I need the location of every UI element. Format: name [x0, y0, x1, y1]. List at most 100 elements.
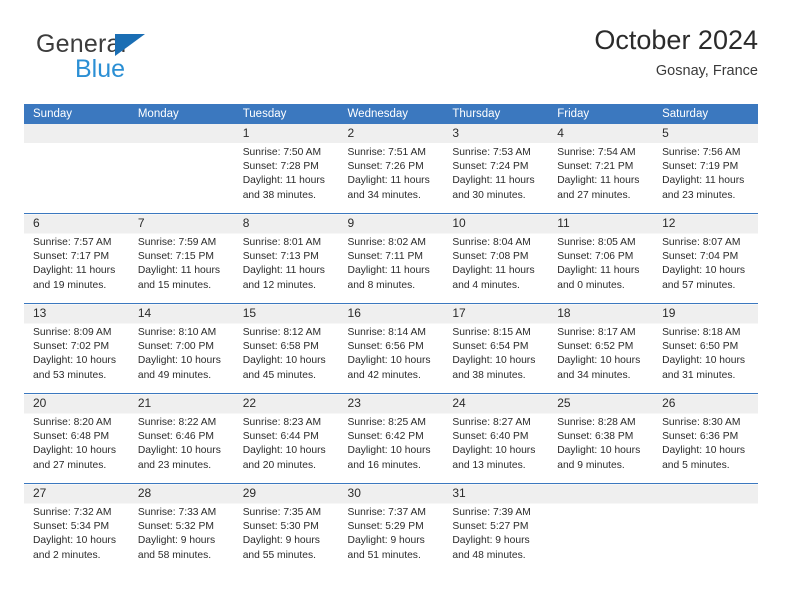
calendar-day-cell[interactable]: 15 Sunrise: 8:12 AM Sunset: 6:58 PM Dayligh… [233, 303, 339, 394]
calendar-day-cell[interactable]: 7 Sunrise: 7:59 AM Sunset: 7:15 PM Daylight… [128, 213, 234, 304]
calendar-day-cell[interactable]: 25 Sunrise: 8:28 AM Sunset: 6:38 PM Dayligh… [548, 393, 654, 484]
day-cell-content: 27 Sunrise: 7:32 AM Sunset: 5:34 PM Dayligh… [24, 484, 129, 573]
calendar-day-cell[interactable]: 18 Sunrise: 8:17 AM Sunset: 6:52 PM Dayligh… [548, 303, 654, 394]
calendar-day-cell[interactable]: 26 Sunrise: 8:30 AM Sunset: 6:36 PM Dayligh… [653, 393, 758, 484]
calendar-day-cell[interactable]: 9 Sunrise: 8:02 AM Sunset: 7:11 PM Daylight… [338, 213, 444, 304]
calendar-day-cell[interactable]: 13 Sunrise: 8:09 AM Sunset: 7:02 PM Dayligh… [24, 303, 129, 394]
day-cell-content: 11 Sunrise: 8:05 AM Sunset: 7:06 PM Dayligh… [548, 214, 653, 303]
daylight-duration: Daylight: 11 hours and 12 minutes. [242, 265, 325, 291]
calendar-day-cell[interactable]: 3 Sunrise: 7:53 AM Sunset: 7:24 PM Daylight… [443, 124, 549, 214]
day-number: 4 [557, 126, 564, 140]
day-cell-content: 31 Sunrise: 7:39 AM Sunset: 5:27 PM Dayligh… [443, 484, 548, 573]
day-number: 27 [33, 486, 47, 500]
sunrise-time: Sunrise: 7:54 AM [557, 147, 636, 158]
calendar-day-cell[interactable]: 22 Sunrise: 8:23 AM Sunset: 6:44 PM Dayligh… [233, 393, 339, 484]
calendar-day-cell[interactable]: 28 Sunrise: 7:33 AM Sunset: 5:32 PM Dayligh… [128, 483, 234, 573]
calendar-day-cell[interactable]: 1 Sunrise: 7:50 AM Sunset: 7:28 PM Daylight… [233, 124, 339, 214]
day-details: Sunrise: 7:51 AM Sunset: 7:26 PM Daylight:… [339, 143, 444, 203]
calendar-day-cell[interactable]: 31 Sunrise: 7:39 AM Sunset: 5:27 PM Dayligh… [443, 483, 549, 573]
sunrise-time: Sunrise: 8:23 AM [242, 417, 322, 428]
calendar-day-cell[interactable]: 10 Sunrise: 8:04 AM Sunset: 7:08 PM Dayligh… [443, 213, 549, 304]
day-details: Sunrise: 8:20 AM Sunset: 6:48 PM Daylight:… [24, 413, 129, 473]
day-number: 30 [347, 486, 361, 500]
calendar-day-cell[interactable]: 21 Sunrise: 8:22 AM Sunset: 6:46 PM Dayligh… [128, 393, 234, 484]
calendar-header-row: Sunday Monday Tuesday Wednesday Thursday… [24, 104, 758, 124]
sunset-time: Sunset: 6:56 PM [347, 341, 424, 353]
day-details: Sunrise: 8:30 AM Sunset: 6:36 PM Daylight:… [653, 413, 758, 473]
sunrise-time: Sunrise: 7:53 AM [452, 147, 531, 158]
location-subtitle: Gosnay, France [655, 62, 758, 79]
day-number: 12 [662, 216, 676, 230]
daylight-duration: Daylight: 10 hours and 2 minutes. [33, 535, 116, 561]
sunset-time: Sunset: 6:36 PM [662, 431, 739, 443]
day-number: 15 [242, 306, 257, 320]
brand-name-general: General [36, 30, 127, 58]
sunrise-time: Sunrise: 8:14 AM [347, 327, 426, 338]
calendar-day-cell[interactable]: 16 Sunrise: 8:14 AM Sunset: 6:56 PM Dayligh… [338, 303, 444, 394]
calendar-day-cell[interactable]: 4 Sunrise: 7:54 AM Sunset: 7:21 PM Daylight… [548, 124, 654, 214]
day-details: Sunrise: 7:50 AM Sunset: 7:28 PM Daylight:… [234, 143, 339, 203]
sunrise-time: Sunrise: 7:35 AM [242, 507, 322, 518]
day-number: 6 [33, 216, 40, 230]
day-cell-content: 24 Sunrise: 8:27 AM Sunset: 6:40 PM Dayligh… [443, 394, 548, 483]
calendar-day-cell[interactable]: 6 Sunrise: 7:57 AM Sunset: 7:17 PM Daylight… [24, 213, 129, 304]
brand-logo[interactable]: General Blue [36, 32, 256, 90]
day-number: 11 [557, 216, 570, 230]
calendar-week-row: 20 Sunrise: 8:20 AM Sunset: 6:48 PM Dayligh… [24, 393, 758, 484]
day-details: Sunrise: 7:39 AM Sunset: 5:27 PM Daylight:… [443, 503, 548, 563]
calendar-day-cell[interactable]: 23 Sunrise: 8:25 AM Sunset: 6:42 PM Dayligh… [338, 393, 444, 484]
sunrise-time: Sunrise: 7:59 AM [137, 237, 217, 248]
calendar-day-cell[interactable]: 14 Sunrise: 8:10 AM Sunset: 7:00 PM Dayligh… [128, 303, 234, 394]
weekday-header-saturday: Saturday [653, 104, 758, 124]
calendar-day-cell[interactable]: 17 Sunrise: 8:15 AM Sunset: 6:54 PM Dayligh… [443, 303, 549, 394]
day-details: Sunrise: 8:02 AM Sunset: 7:11 PM Daylight:… [339, 233, 444, 293]
sunset-time: Sunset: 7:15 PM [137, 251, 214, 263]
calendar-day-cell[interactable]: 20 Sunrise: 8:20 AM Sunset: 6:48 PM Dayligh… [24, 393, 129, 484]
day-details: Sunrise: 8:27 AM Sunset: 6:40 PM Daylight:… [443, 413, 548, 473]
day-number: 13 [33, 306, 47, 320]
calendar-day-cell[interactable]: 2 Sunrise: 7:51 AM Sunset: 7:26 PM Daylight… [338, 124, 444, 214]
day-details: Sunrise: 7:53 AM Sunset: 7:24 PM Daylight:… [443, 143, 548, 203]
calendar-day-cell[interactable]: 30 Sunrise: 7:37 AM Sunset: 5:29 PM Dayligh… [338, 483, 444, 573]
sunrise-time: Sunrise: 8:18 AM [662, 327, 741, 338]
day-details: Sunrise: 8:12 AM Sunset: 6:58 PM Daylight:… [234, 323, 339, 383]
calendar-day-cell[interactable]: 8 Sunrise: 8:01 AM Sunset: 7:13 PM Daylight… [233, 213, 339, 304]
calendar-day-cell[interactable]: 27 Sunrise: 7:32 AM Sunset: 5:34 PM Dayligh… [24, 483, 129, 573]
day-cell-content: 4 Sunrise: 7:54 AM Sunset: 7:21 PM Daylight… [548, 124, 653, 213]
daylight-duration: Daylight: 11 hours and 0 minutes. [557, 265, 640, 291]
day-number: 19 [662, 306, 676, 320]
calendar-day-cell[interactable]: 5 Sunrise: 7:56 AM Sunset: 7:19 PM Daylight… [653, 124, 758, 214]
sunset-time: Sunset: 6:48 PM [33, 431, 110, 443]
calendar-day-cell[interactable]: 12 Sunrise: 8:07 AM Sunset: 7:04 PM Dayligh… [653, 213, 758, 304]
day-cell-content: 15 Sunrise: 8:12 AM Sunset: 6:58 PM Dayligh… [234, 304, 339, 393]
day-details: Sunrise: 8:18 AM Sunset: 6:50 PM Daylight:… [653, 323, 758, 383]
sunrise-time: Sunrise: 7:56 AM [662, 147, 741, 158]
sunrise-time: Sunrise: 7:33 AM [137, 507, 217, 518]
day-number: 14 [137, 306, 152, 320]
calendar-day-cell[interactable]: 24 Sunrise: 8:27 AM Sunset: 6:40 PM Dayligh… [443, 393, 549, 484]
day-details: Sunrise: 8:14 AM Sunset: 6:56 PM Daylight:… [339, 323, 444, 383]
day-cell-content: 30 Sunrise: 7:37 AM Sunset: 5:29 PM Dayligh… [339, 484, 444, 573]
sunrise-time: Sunrise: 8:10 AM [137, 327, 217, 338]
calendar-week-row: 27 Sunrise: 7:32 AM Sunset: 5:34 PM Dayligh… [24, 483, 758, 573]
day-number: 5 [662, 126, 669, 140]
sunrise-time: Sunrise: 8:28 AM [557, 417, 636, 428]
calendar-day-cell[interactable]: 19 Sunrise: 8:18 AM Sunset: 6:50 PM Dayligh… [653, 303, 758, 394]
day-cell-content: 20 Sunrise: 8:20 AM Sunset: 6:48 PM Dayligh… [24, 394, 129, 483]
calendar-day-cell[interactable]: 29 Sunrise: 7:35 AM Sunset: 5:30 PM Dayligh… [233, 483, 339, 573]
sunrise-time: Sunrise: 8:05 AM [557, 237, 636, 248]
calendar-day-cell-empty [653, 483, 758, 573]
sunset-time: Sunset: 7:21 PM [557, 161, 634, 173]
day-number: 8 [242, 216, 250, 230]
calendar-day-cell[interactable]: 11 Sunrise: 8:05 AM Sunset: 7:06 PM Dayligh… [548, 213, 654, 304]
day-number: 28 [137, 486, 152, 500]
sunset-time: Sunset: 6:54 PM [452, 341, 529, 353]
sunrise-time: Sunrise: 7:51 AM [347, 147, 426, 158]
day-number: 18 [557, 306, 571, 320]
sunset-time: Sunset: 7:11 PM [347, 251, 423, 263]
sunrise-time: Sunrise: 8:15 AM [452, 327, 531, 338]
sunrise-time: Sunrise: 8:27 AM [452, 417, 531, 428]
sunset-time: Sunset: 7:00 PM [137, 341, 214, 353]
sunset-time: Sunset: 7:04 PM [662, 251, 739, 263]
day-cell-content: 7 Sunrise: 7:59 AM Sunset: 7:15 PM Daylight… [129, 214, 234, 303]
